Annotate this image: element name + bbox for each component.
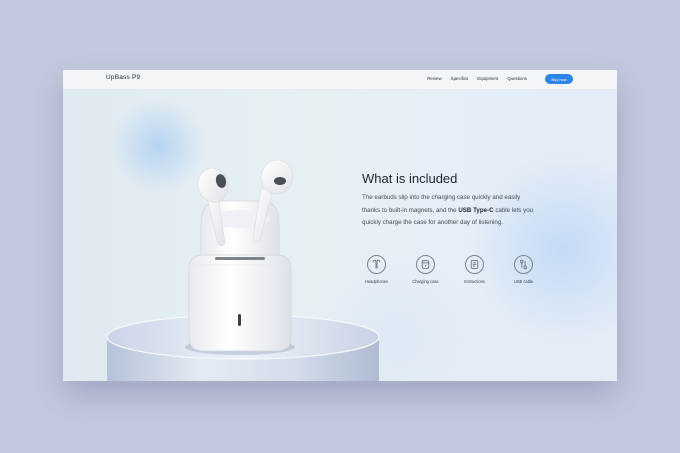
item-label: Headphones bbox=[364, 279, 389, 284]
description-highlight: USB Type-C bbox=[458, 206, 494, 214]
item-label: Charging case bbox=[412, 279, 439, 284]
top-navigation: UpBass P9 Review Specifics Equipment Que… bbox=[63, 70, 617, 90]
buy-now-button[interactable]: Buy now bbox=[545, 74, 573, 84]
product-image bbox=[106, 159, 380, 381]
headphones-icon bbox=[367, 255, 386, 274]
section-title: What is included bbox=[362, 170, 458, 186]
browser-page: UpBass P9 Review Specifics Equipment Que… bbox=[63, 70, 617, 381]
included-item-headphones: Headphones bbox=[355, 255, 398, 284]
hero-section: What is included The earbuds slip into t… bbox=[63, 89, 617, 381]
nav-link-questions[interactable]: Questions bbox=[507, 76, 527, 81]
charging-case bbox=[188, 254, 292, 352]
item-label: Instructions bbox=[464, 279, 485, 284]
charging-case-icon bbox=[416, 255, 435, 274]
brand-logo[interactable]: UpBass P9 bbox=[106, 74, 140, 81]
section-description: The earbuds slip into the charging case … bbox=[362, 192, 540, 230]
included-item-charging-case: Charging case bbox=[404, 255, 447, 284]
included-item-instructions: Instructions bbox=[453, 255, 496, 284]
included-item-usb-cable: USB cable bbox=[502, 255, 545, 284]
nav-link-equipment[interactable]: Equipment bbox=[477, 76, 498, 81]
item-label: USB cable bbox=[513, 279, 534, 284]
instructions-icon bbox=[465, 255, 484, 274]
nav-link-specifics[interactable]: Specifics bbox=[451, 76, 469, 81]
usb-cable-icon bbox=[514, 255, 533, 274]
nav-link-review[interactable]: Review bbox=[427, 76, 441, 81]
included-items: Headphones Charging case Instructions US… bbox=[355, 255, 545, 284]
nav-links: Review Specifics Equipment Questions bbox=[427, 76, 527, 81]
